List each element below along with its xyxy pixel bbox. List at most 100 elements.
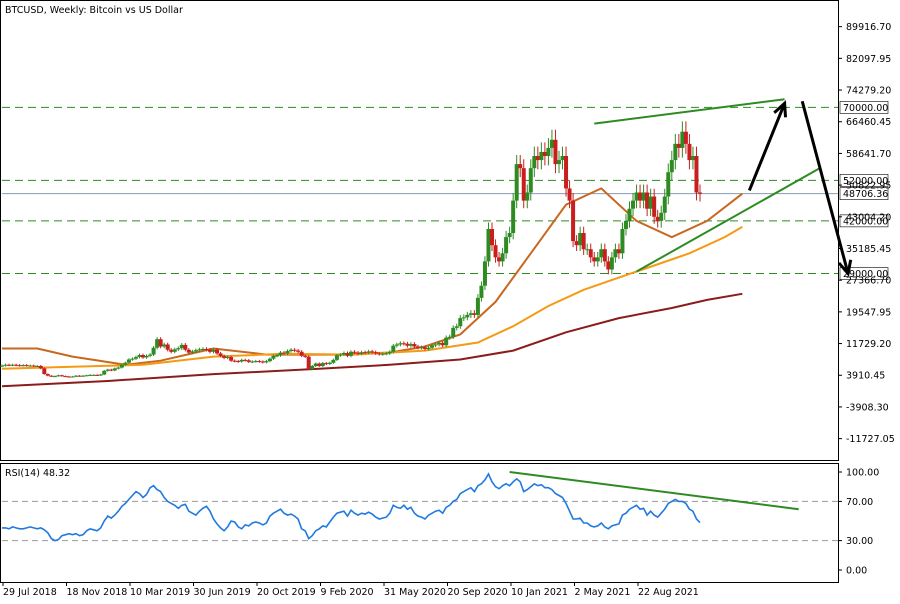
candle-body (638, 192, 643, 201)
candle-body (606, 261, 611, 270)
candle-body (412, 344, 417, 347)
candle-body (292, 349, 297, 351)
candle-body (197, 349, 202, 351)
candle-body (169, 349, 174, 352)
candle-body (179, 344, 184, 349)
candle-body (504, 237, 509, 254)
candle-body (338, 354, 343, 356)
candle-body (595, 257, 600, 262)
candle-body (486, 228, 491, 262)
candle-body (662, 196, 667, 213)
candle-body (616, 249, 621, 254)
time-tick-label: 22 Aug 2021 (638, 587, 699, 598)
candle-body (514, 164, 519, 201)
candle-body (91, 374, 96, 376)
candle-body (690, 156, 695, 161)
candle-body (98, 374, 103, 376)
candle-body (592, 257, 597, 262)
candle-body (454, 326, 459, 328)
candle-body (652, 196, 657, 217)
candle-body (553, 139, 558, 165)
candle-body (683, 131, 688, 144)
candle-body (271, 355, 276, 359)
candle-body (341, 352, 346, 355)
candle-body (225, 357, 230, 359)
candle-body (631, 200, 636, 209)
price-tick-label: 74279.20 (846, 86, 891, 97)
candle-body (31, 365, 36, 367)
candle-body (59, 375, 64, 377)
candle-body (218, 353, 223, 356)
candle-body (296, 350, 301, 352)
candle-body (602, 249, 607, 262)
candle-body (299, 351, 304, 356)
candle-body (623, 220, 628, 229)
chart-container: 70000.00 52000.00 42000.00 29000.00 48706.36… (0, 0, 900, 600)
candle-body (698, 192, 702, 194)
candle-body (377, 353, 382, 355)
rsi-tick-label: 30.00 (846, 536, 873, 547)
candle-body (84, 375, 89, 377)
candle-body (560, 156, 565, 161)
candle-body (423, 347, 428, 349)
candle-body (571, 200, 576, 242)
candle-body (7, 364, 12, 366)
candle-body (21, 365, 26, 367)
candle-body (190, 351, 195, 353)
candle-body (183, 344, 188, 350)
candle-body (81, 375, 86, 377)
candle-body (317, 363, 322, 366)
price-tick-label: 82097.95 (846, 54, 891, 65)
candle-body (35, 365, 40, 367)
candle-body (366, 351, 371, 353)
candle-body (52, 376, 57, 378)
candle-body (373, 352, 378, 354)
candle-body (574, 241, 579, 246)
candle-body (370, 351, 375, 353)
candle-body (313, 363, 318, 366)
candle-body (518, 164, 523, 169)
candle-body (599, 249, 604, 258)
time-tick-label: 29 Jul 2018 (3, 587, 57, 598)
time-tick-label: 20 Oct 2019 (257, 587, 316, 598)
candle-body (500, 253, 505, 262)
candle-body (694, 156, 699, 193)
candle-body (482, 261, 487, 286)
candle-body (430, 345, 435, 348)
candle-body (155, 339, 160, 348)
candle-body (232, 360, 237, 362)
candle-body (285, 350, 290, 354)
candle-body (3, 364, 8, 366)
candle-body (532, 156, 537, 169)
candle-body (627, 208, 632, 221)
candle-body (141, 355, 146, 358)
time-tick-label: 10 Jan 2021 (511, 587, 568, 598)
candle-body (426, 347, 431, 349)
candle-body (398, 343, 403, 345)
candle-body (419, 347, 424, 349)
candle-body (56, 375, 61, 377)
candle-body (38, 365, 43, 369)
candle-body (461, 317, 466, 319)
candle-body (264, 361, 269, 363)
price-tick-label: 58641.70 (846, 149, 891, 160)
candle-body (415, 346, 420, 348)
candle-body (546, 147, 551, 157)
candle-body (148, 354, 153, 356)
candle-body (176, 348, 181, 350)
candle-body (391, 345, 396, 352)
candle-body (380, 353, 385, 355)
candle-body (458, 318, 463, 327)
candle-body (222, 355, 227, 358)
candle-body (88, 374, 93, 376)
time-tick-label: 2 May 2021 (575, 587, 631, 598)
candle-body (648, 196, 653, 209)
candle-body (356, 352, 361, 354)
candle-body (655, 216, 660, 221)
candle-body (10, 364, 15, 366)
candle-body (567, 188, 572, 201)
candle-body (433, 344, 438, 346)
candle-body (447, 336, 452, 338)
rsi-tick-label: 70.00 (846, 497, 873, 508)
time-tick-label: 20 Sep 2020 (448, 587, 508, 598)
